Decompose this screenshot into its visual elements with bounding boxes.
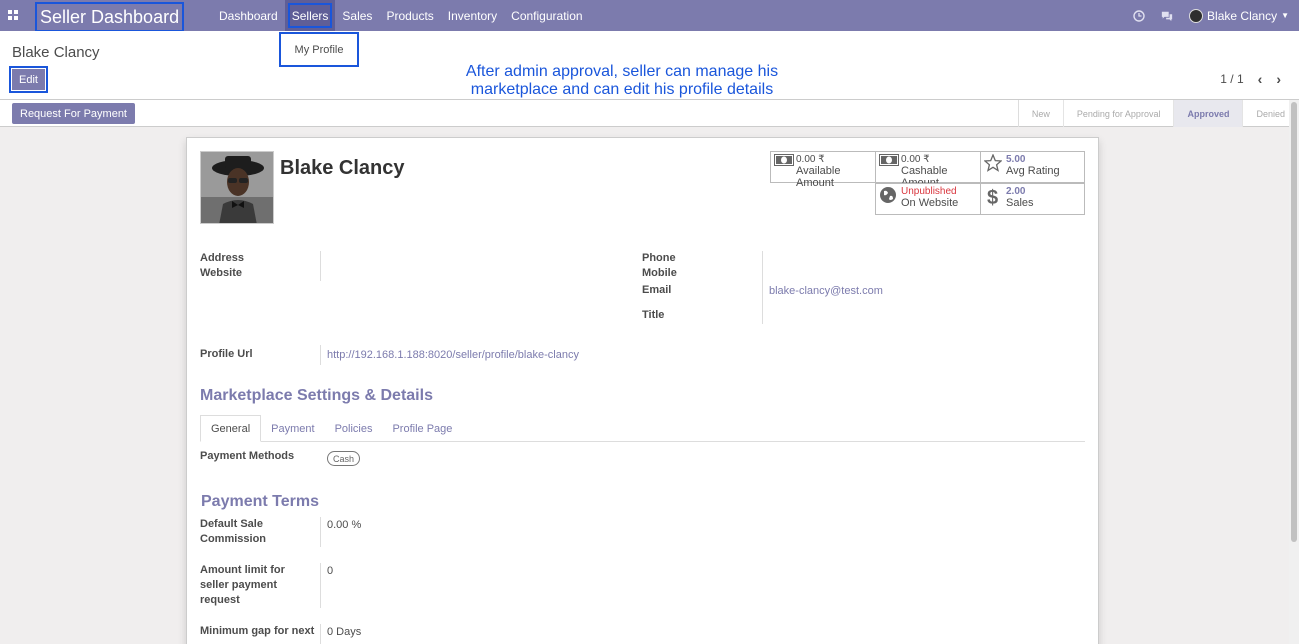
brand-title[interactable]: Seller Dashboard: [35, 2, 185, 32]
breadcrumb: Blake Clancy: [12, 44, 100, 61]
website-status-label: On Website: [901, 197, 959, 209]
email-label: Email: [642, 284, 672, 296]
svg-text:$: $: [987, 187, 998, 208]
dollar-icon: $: [984, 186, 1002, 208]
available-amount-button[interactable]: 0.00 ₹ Available Amount: [770, 151, 876, 189]
payment-methods-label: Payment Methods: [200, 450, 295, 462]
cashable-amount-value: 0.00 ₹: [901, 154, 930, 165]
email-value[interactable]: blake-clancy@test.com: [769, 285, 883, 297]
avg-rating-button[interactable]: 5.00 Avg Rating: [980, 151, 1085, 183]
form-sheet: Blake Clancy 0.00 ₹ Available Amount 0.0…: [186, 137, 1099, 644]
available-amount-value: 0.00 ₹: [796, 154, 825, 165]
amount-limit-label-line2: seller payment: [200, 579, 278, 591]
annotation-text: After admin approval, seller can manage …: [465, 63, 779, 98]
divider: [320, 624, 321, 644]
divider: [320, 517, 321, 547]
menu-dashboard[interactable]: Dashboard: [212, 0, 285, 31]
marketplace-tabs: General Payment Policies Profile Page: [200, 415, 1085, 442]
money-icon: [774, 154, 794, 166]
divider: [762, 251, 763, 324]
main-menu: Dashboard Sellers Sales Products Invento…: [212, 0, 590, 31]
default-sale-commission-label-line1: Default Sale: [200, 518, 263, 530]
apps-icon[interactable]: [0, 0, 26, 31]
menu-products[interactable]: Products: [379, 0, 440, 31]
stage-pending[interactable]: Pending for Approval: [1064, 100, 1175, 127]
sales-value: 2.00: [1006, 186, 1026, 197]
money-icon: [879, 154, 899, 166]
profile-url-label: Profile Url: [200, 348, 253, 360]
seller-name: Blake Clancy: [280, 157, 405, 179]
mobile-label: Mobile: [642, 267, 677, 279]
amount-limit-label-line3: request: [200, 594, 240, 606]
stage-bar: New Pending for Approval Approved Denied: [1017, 100, 1299, 127]
user-name: Blake Clancy: [1207, 8, 1278, 23]
stage-approved[interactable]: Approved: [1174, 100, 1244, 127]
payment-terms-title: Payment Terms: [201, 493, 319, 510]
clock-icon[interactable]: [1133, 9, 1145, 22]
edit-button-label: Edit: [12, 69, 45, 90]
menu-sales[interactable]: Sales: [335, 0, 379, 31]
website-status-value: Unpublished: [901, 186, 957, 197]
profile-url-value[interactable]: http://192.168.1.188:8020/seller/profile…: [327, 349, 579, 361]
address-label: Address: [200, 252, 245, 264]
website-label: Website: [200, 267, 242, 279]
statusbar: Request For Payment New Pending for Appr…: [0, 100, 1299, 127]
sales-button[interactable]: $ 2.00 Sales: [980, 183, 1085, 215]
available-amount-label: Available Amount: [796, 165, 841, 189]
amount-limit-label-line1: Amount limit for: [200, 564, 285, 576]
star-icon: [984, 154, 1002, 172]
title-label: Title: [642, 309, 665, 321]
page-scrollbar[interactable]: [1289, 100, 1299, 644]
tab-payment[interactable]: Payment: [261, 415, 324, 442]
request-payment-button[interactable]: Request For Payment: [12, 103, 135, 124]
top-navbar: Seller Dashboard Dashboard Sellers Sales…: [0, 0, 1299, 32]
chevron-right-icon[interactable]: ›: [1276, 71, 1281, 87]
sellers-dropdown: My Profile: [279, 32, 359, 67]
default-sale-commission-label-line2: Commission: [200, 533, 267, 545]
min-gap-value[interactable]: 0 Days: [327, 626, 361, 638]
avg-rating-label: Avg Rating: [1006, 165, 1060, 177]
user-menu[interactable]: Blake Clancy ▼: [1189, 8, 1289, 23]
tab-profile-page[interactable]: Profile Page: [382, 415, 462, 442]
menu-sellers[interactable]: Sellers: [284, 0, 336, 31]
chat-icon[interactable]: [1161, 10, 1173, 22]
edit-button[interactable]: Edit: [9, 66, 48, 93]
sales-label: Sales: [1006, 197, 1034, 209]
dropdown-item-my-profile[interactable]: My Profile: [295, 44, 344, 56]
avatar: [1189, 8, 1204, 23]
marketplace-section-title: Marketplace Settings & Details: [200, 387, 433, 404]
amount-limit-value[interactable]: 0: [327, 565, 333, 577]
phone-label: Phone: [642, 252, 676, 264]
menu-inventory[interactable]: Inventory: [441, 0, 504, 31]
stage-new[interactable]: New: [1019, 100, 1064, 127]
divider: [320, 563, 321, 608]
pager: 1 / 1 ‹ ›: [1220, 71, 1281, 87]
divider: [320, 251, 321, 281]
scrollbar-thumb[interactable]: [1291, 102, 1297, 542]
tab-general[interactable]: General: [200, 415, 262, 442]
min-gap-label: Minimum gap for next: [200, 625, 315, 637]
payment-method-tag[interactable]: Cash: [327, 451, 361, 466]
navbar-right: Blake Clancy ▼: [1133, 0, 1289, 31]
avg-rating-value: 5.00: [1006, 154, 1026, 165]
caret-down-icon: ▼: [1281, 11, 1289, 20]
tab-policies[interactable]: Policies: [325, 415, 383, 442]
menu-configuration[interactable]: Configuration: [504, 0, 589, 31]
control-panel: Blake Clancy Edit After admin approval, …: [0, 31, 1299, 100]
default-sale-commission-value[interactable]: 0.00 %: [327, 519, 361, 531]
website-publish-button[interactable]: Unpublished On Website: [875, 183, 981, 215]
chevron-left-icon[interactable]: ‹: [1258, 71, 1263, 87]
seller-photo[interactable]: [200, 151, 274, 224]
globe-icon: [879, 186, 897, 204]
cashable-amount-button[interactable]: 0.00 ₹ Cashable Amount: [875, 151, 981, 189]
divider: [320, 345, 321, 365]
pager-value[interactable]: 1 / 1: [1220, 72, 1243, 86]
